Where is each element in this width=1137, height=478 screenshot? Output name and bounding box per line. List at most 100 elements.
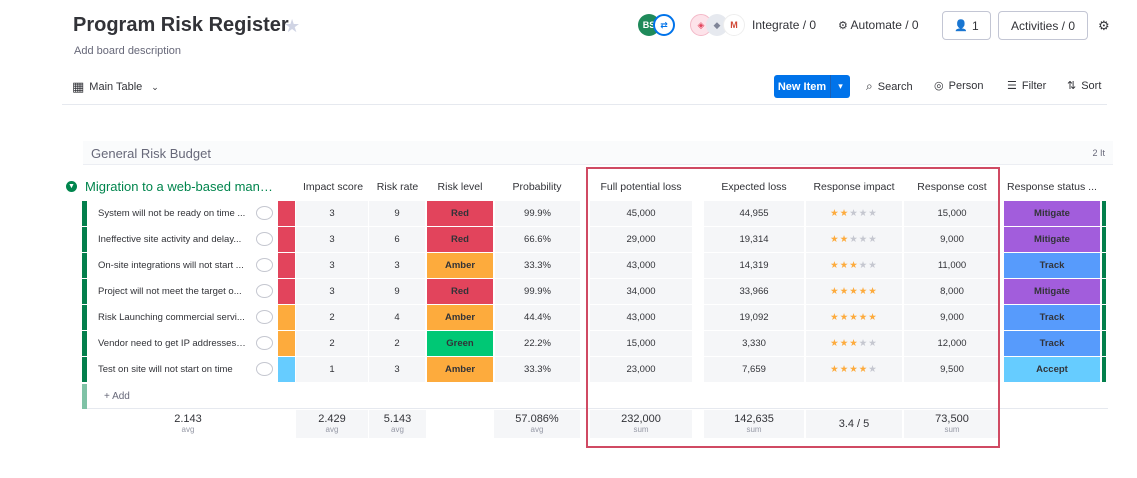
- item-name[interactable]: Risk Launching commercial servi...: [98, 312, 245, 323]
- highlight-box: [586, 167, 1000, 448]
- settings-icon[interactable]: ⚙: [1098, 18, 1110, 34]
- person-filter-button[interactable]: ◎ Person: [934, 79, 983, 93]
- priority-color-cell[interactable]: [278, 227, 295, 252]
- item-name-cell[interactable]: Ineffective site activity and delay...: [88, 227, 278, 252]
- probability-cell[interactable]: 22.2%: [495, 331, 580, 356]
- item-name-cell[interactable]: System will not be ready on time ...: [88, 201, 278, 226]
- risk-level-pill[interactable]: Red: [427, 279, 493, 304]
- probability-cell[interactable]: 99.9%: [495, 201, 580, 226]
- response-status-pill[interactable]: Track: [1004, 331, 1100, 356]
- search-button[interactable]: ⌕ Search: [866, 79, 913, 94]
- impact-score-cell[interactable]: 3: [296, 227, 368, 252]
- column-header-response-status[interactable]: Response status ...: [1004, 181, 1100, 193]
- comment-bubble-icon[interactable]: [256, 310, 273, 324]
- risk-rate-cell[interactable]: 3: [369, 253, 425, 278]
- item-name-cell[interactable]: On-site integrations will not start ...: [88, 253, 278, 278]
- probability-cell[interactable]: 44.4%: [495, 305, 580, 330]
- automate-button[interactable]: ⚙ Automate / 0: [838, 18, 919, 32]
- collapse-group-icon[interactable]: ▼: [66, 181, 77, 192]
- item-name-cell[interactable]: Test on site will not start on time: [88, 357, 278, 382]
- response-status-pill[interactable]: Accept: [1004, 357, 1100, 382]
- board-description[interactable]: Add board description: [74, 45, 181, 57]
- sort-button[interactable]: ⇅ Sort: [1067, 79, 1102, 93]
- response-status-pill[interactable]: Mitigate: [1004, 201, 1100, 226]
- filter-button[interactable]: ☰ Filter: [1007, 79, 1046, 93]
- row-end-bar: [1102, 279, 1106, 304]
- board-title[interactable]: Program Risk Register: [73, 14, 289, 37]
- chevron-down-icon[interactable]: ▾: [831, 75, 850, 98]
- comment-bubble-icon[interactable]: [256, 232, 273, 246]
- risk-rate-cell[interactable]: 9: [369, 201, 425, 226]
- impact-score-cell[interactable]: 2: [296, 305, 368, 330]
- add-item-button[interactable]: + Add: [104, 391, 130, 402]
- probability-cell[interactable]: 99.9%: [495, 279, 580, 304]
- impact-score-cell[interactable]: 3: [296, 279, 368, 304]
- group-color-bar: [82, 253, 87, 278]
- item-name[interactable]: On-site integrations will not start ...: [98, 260, 244, 271]
- risk-rate-cell[interactable]: 3: [369, 357, 425, 382]
- priority-color-cell[interactable]: [278, 357, 295, 382]
- column-header-risk-rate[interactable]: Risk rate: [370, 181, 425, 193]
- priority-color-cell[interactable]: [278, 201, 295, 226]
- impact-score-cell[interactable]: 3: [296, 201, 368, 226]
- item-name[interactable]: Ineffective site activity and delay...: [98, 234, 241, 245]
- favorite-star-icon[interactable]: ★: [284, 16, 300, 37]
- group-title[interactable]: General Risk Budget: [91, 146, 211, 161]
- risk-level-pill[interactable]: Amber: [427, 253, 493, 278]
- new-item-label[interactable]: New Item: [774, 75, 831, 98]
- comment-bubble-icon[interactable]: [256, 362, 273, 376]
- probability-cell[interactable]: 33.3%: [495, 357, 580, 382]
- risk-level-pill[interactable]: Amber: [427, 305, 493, 330]
- risk-level-pill[interactable]: Amber: [427, 357, 493, 382]
- risk-level-pill[interactable]: Red: [427, 227, 493, 252]
- activities-button[interactable]: Activities / 0: [998, 11, 1088, 40]
- members-button[interactable]: 👤 1: [942, 11, 991, 40]
- probability-cell[interactable]: 33.3%: [495, 253, 580, 278]
- comment-bubble-icon[interactable]: [256, 284, 273, 298]
- item-name[interactable]: System will not be ready on time ...: [98, 208, 245, 219]
- item-name-cell[interactable]: Project will not meet the target o...: [88, 279, 278, 304]
- impact-score-cell[interactable]: 2: [296, 331, 368, 356]
- comment-bubble-icon[interactable]: [256, 206, 273, 220]
- search-label: Search: [877, 80, 913, 93]
- risk-rate-cell[interactable]: 9: [369, 279, 425, 304]
- risk-rate-cell[interactable]: 6: [369, 227, 425, 252]
- risk-level-pill[interactable]: Red: [427, 201, 493, 226]
- view-selector[interactable]: ▦ Main Table ⌄: [72, 79, 159, 95]
- response-status-pill[interactable]: Mitigate: [1004, 227, 1100, 252]
- impact-score-cell[interactable]: 1: [296, 357, 368, 382]
- priority-color-cell[interactable]: [278, 279, 295, 304]
- comment-bubble-icon[interactable]: [256, 336, 273, 350]
- filter-icon: ☰: [1007, 80, 1017, 92]
- response-status-pill[interactable]: Mitigate: [1004, 279, 1100, 304]
- sort-label: Sort: [1081, 79, 1102, 92]
- column-header-probability[interactable]: Probability: [495, 181, 579, 193]
- priority-color-cell[interactable]: [278, 331, 295, 356]
- comment-bubble-icon[interactable]: [256, 258, 273, 272]
- item-name[interactable]: Vendor need to get IP addresses ...: [98, 338, 246, 349]
- item-name[interactable]: Project will not meet the target o...: [98, 286, 242, 297]
- item-name[interactable]: Test on site will not start on time: [98, 364, 233, 375]
- risk-rate-cell[interactable]: 2: [369, 331, 425, 356]
- item-name-cell[interactable]: Risk Launching commercial servi...: [88, 305, 278, 330]
- priority-color-cell[interactable]: [278, 305, 295, 330]
- new-item-button[interactable]: New Item ▾: [774, 75, 850, 98]
- priority-color-cell[interactable]: [278, 253, 295, 278]
- probability-cell[interactable]: 66.6%: [495, 227, 580, 252]
- collapsed-group[interactable]: General Risk Budget 2 It: [83, 141, 1113, 165]
- members-count: 1: [972, 18, 979, 33]
- automate-label: Automate / 0: [850, 18, 919, 32]
- share-icon[interactable]: ⇄: [653, 14, 675, 36]
- group-color-bar: [82, 279, 87, 304]
- response-status-pill[interactable]: Track: [1004, 253, 1100, 278]
- robot-icon: ⚙: [838, 20, 848, 32]
- impact-score-cell[interactable]: 3: [296, 253, 368, 278]
- group-title[interactable]: Migration to a web-based mana...: [85, 179, 277, 194]
- column-header-risk-level[interactable]: Risk level: [427, 181, 493, 193]
- risk-rate-cell[interactable]: 4: [369, 305, 425, 330]
- response-status-pill[interactable]: Track: [1004, 305, 1100, 330]
- column-header-impact-score[interactable]: Impact score: [298, 181, 368, 193]
- item-name-cell[interactable]: Vendor need to get IP addresses ...: [88, 331, 278, 356]
- risk-level-pill[interactable]: Green: [427, 331, 493, 356]
- integrate-button[interactable]: Integrate / 0: [752, 18, 816, 32]
